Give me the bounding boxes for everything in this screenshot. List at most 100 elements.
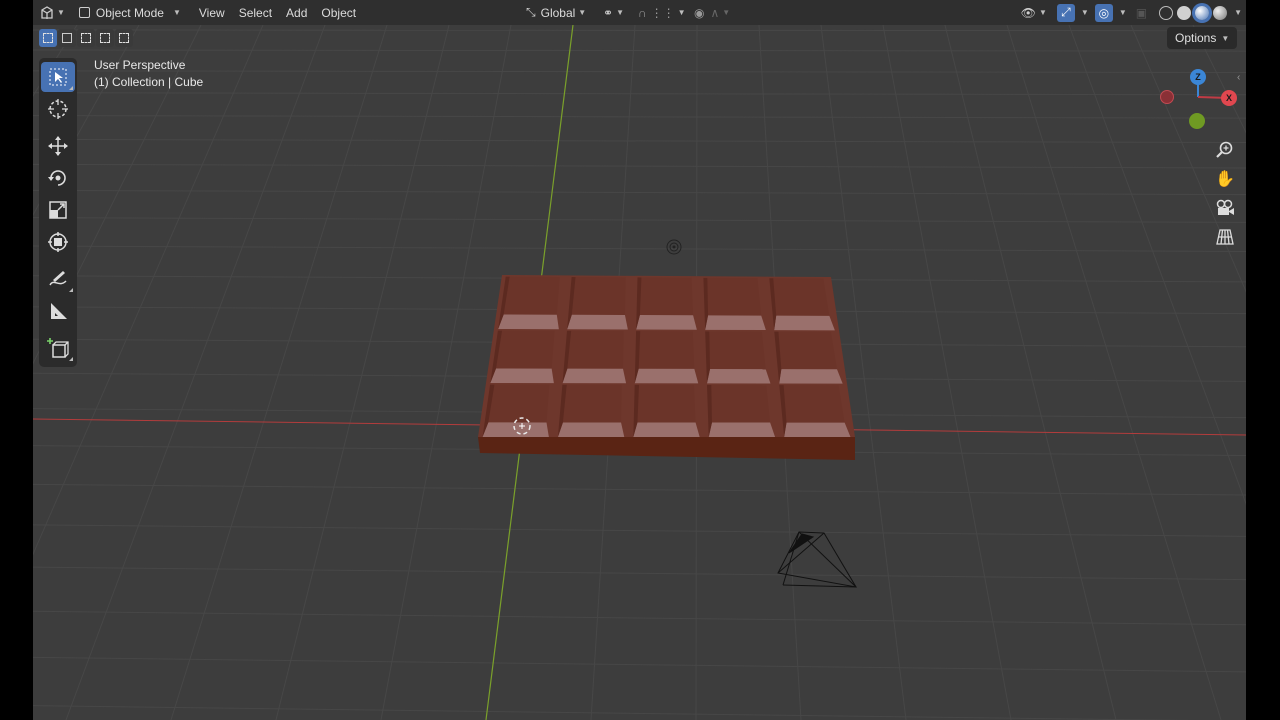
gizmo-toggle[interactable]: ⤢ ▼ bbox=[1054, 0, 1092, 25]
chocolate-piece-bevel bbox=[706, 368, 771, 384]
chocolate-piece-top bbox=[639, 277, 694, 316]
chocolate-piece-bevel bbox=[784, 422, 851, 437]
chocolate-piece-top bbox=[503, 276, 560, 315]
chocolate-piece-bevel bbox=[562, 368, 627, 384]
sidebar-toggle[interactable]: ‹ bbox=[1237, 72, 1246, 86]
transform-icon bbox=[48, 232, 68, 252]
measure-icon bbox=[51, 303, 67, 319]
object-visibility-selector[interactable]: 👁 ▼ bbox=[1014, 0, 1054, 25]
header-right-group: 👁 ▼ ⤢ ▼ ◎ ▼ ▣ ▼ bbox=[1014, 0, 1246, 25]
hand-icon: ✋ bbox=[1215, 171, 1235, 188]
xray-icon: ▣ bbox=[1135, 5, 1148, 20]
menu-object[interactable]: Object bbox=[314, 0, 363, 25]
snap-toggle[interactable]: ∩ ⋮⋮ ▼ bbox=[631, 0, 693, 25]
chevron-down-icon: ▼ bbox=[172, 8, 181, 17]
rotate-tool[interactable] bbox=[41, 163, 75, 193]
object-mode-icon bbox=[78, 7, 90, 18]
viewport-info-overlay: User Perspective (1) Collection | Cube bbox=[94, 57, 203, 91]
falloff-icon: ∧ bbox=[710, 5, 720, 20]
cursor-icon bbox=[48, 99, 68, 119]
scale-tool[interactable] bbox=[41, 195, 75, 225]
material-preview-shading-icon[interactable] bbox=[1195, 5, 1210, 20]
perspective-label: User Perspective bbox=[94, 58, 186, 72]
gizmo-x-axis[interactable]: X bbox=[1221, 90, 1237, 106]
select-new-button[interactable] bbox=[39, 29, 57, 47]
chevron-left-icon: ‹ bbox=[1237, 72, 1241, 83]
transform-tool[interactable] bbox=[41, 227, 75, 257]
chocolate-piece-bevel bbox=[482, 422, 549, 437]
grid-line bbox=[33, 29, 1246, 32]
gizmo-neg-x-axis[interactable] bbox=[1160, 90, 1174, 104]
gizmo-z-label: Z bbox=[1195, 72, 1201, 82]
menu-add[interactable]: Add bbox=[279, 0, 314, 25]
grid-line bbox=[882, 24, 1012, 720]
chevron-down-icon: ▼ bbox=[616, 8, 624, 17]
pivot-icon: ⚭ bbox=[603, 5, 614, 20]
grid-line bbox=[33, 163, 1246, 169]
rendered-shading-icon[interactable] bbox=[1213, 5, 1228, 20]
annotate-icon bbox=[49, 271, 67, 286]
chevron-down-icon: ▼ bbox=[1118, 8, 1127, 17]
shading-modes[interactable]: ▼ bbox=[1153, 0, 1246, 25]
navigation-gizmo[interactable]: Z X bbox=[1158, 62, 1238, 132]
chevron-down-icon: ▼ bbox=[578, 8, 587, 17]
menu-select[interactable]: Select bbox=[232, 0, 279, 25]
menu-view[interactable]: View bbox=[192, 0, 232, 25]
move-tool[interactable] bbox=[41, 131, 75, 161]
chocolate-piece-bevel bbox=[634, 368, 699, 384]
gizmo-neg-y-axis[interactable] bbox=[1189, 113, 1205, 129]
proportional-editing-toggle[interactable]: ◉ ∧ ▼ bbox=[687, 0, 737, 25]
chevron-down-icon: ▼ bbox=[1038, 8, 1047, 17]
gizmo-icon: ⤢ bbox=[1056, 3, 1075, 22]
proportional-edit-icon: ◉ bbox=[694, 5, 705, 20]
scale-icon bbox=[49, 201, 67, 219]
camera-view-button[interactable] bbox=[1211, 194, 1239, 222]
chocolate-piece-bevel bbox=[636, 315, 697, 330]
options-dropdown[interactable]: Options ▼ bbox=[1167, 27, 1238, 49]
zoom-icon bbox=[1216, 141, 1233, 158]
wireframe-shading-icon[interactable] bbox=[1159, 5, 1174, 20]
gizmo-z-axis[interactable]: Z bbox=[1190, 69, 1206, 85]
pivot-point-selector[interactable]: ⚭ ▼ bbox=[596, 0, 631, 25]
overlays-toggle[interactable]: ◎ ▼ bbox=[1092, 0, 1130, 25]
pan-button[interactable]: ✋ bbox=[1211, 165, 1239, 193]
transform-orientation-selector[interactable]: ⤡ Global ▼ bbox=[519, 0, 593, 25]
chevron-down-icon: ▼ bbox=[677, 8, 686, 17]
annotate-tool[interactable] bbox=[41, 264, 75, 294]
grid-line bbox=[33, 70, 1246, 73]
chocolate-piece-top bbox=[567, 330, 624, 369]
select-subtract-button[interactable] bbox=[77, 29, 95, 47]
grid-line bbox=[33, 245, 1246, 252]
select-intersect-button[interactable] bbox=[115, 29, 133, 47]
select-extend-button[interactable] bbox=[58, 29, 76, 47]
solid-shading-icon[interactable] bbox=[1177, 5, 1192, 20]
editor-type-selector[interactable]: ▼ bbox=[33, 0, 72, 25]
grid-line bbox=[33, 92, 1246, 96]
chocolate-piece-bevel bbox=[498, 314, 559, 330]
select-subtract-icon bbox=[81, 33, 91, 43]
grid-perspective-icon bbox=[1216, 229, 1234, 245]
chocolate-piece-top bbox=[638, 331, 695, 369]
chevron-down-icon: ▼ bbox=[722, 8, 731, 17]
select-intersect-icon bbox=[119, 33, 129, 43]
magnet-icon: ∩ bbox=[638, 5, 647, 20]
measure-tool[interactable] bbox=[41, 296, 75, 326]
cursor-tool[interactable] bbox=[41, 94, 75, 124]
grid-line bbox=[65, 24, 326, 720]
add-cube-icon bbox=[47, 338, 69, 358]
zoom-button[interactable] bbox=[1211, 136, 1239, 164]
chevron-down-icon: ▼ bbox=[1234, 8, 1242, 17]
mode-selector[interactable]: Object Mode ▼ bbox=[72, 0, 188, 25]
chocolate-piece-top bbox=[778, 331, 837, 370]
blender-window: ▼ Object Mode ▼ View Select Add Object ⤡… bbox=[33, 0, 1246, 720]
grid-line bbox=[33, 705, 1193, 720]
xray-toggle[interactable]: ▣ bbox=[1130, 0, 1153, 25]
grid-line bbox=[33, 217, 1246, 223]
add-cube-tool[interactable] bbox=[41, 333, 75, 363]
select-box-tool[interactable] bbox=[41, 62, 75, 92]
perspective-toggle-button[interactable] bbox=[1211, 223, 1239, 251]
3d-viewport[interactable] bbox=[33, 0, 1246, 720]
eye-icon: 👁 bbox=[1020, 5, 1036, 20]
select-invert-button[interactable] bbox=[96, 29, 114, 47]
tool-shelf bbox=[39, 58, 77, 367]
